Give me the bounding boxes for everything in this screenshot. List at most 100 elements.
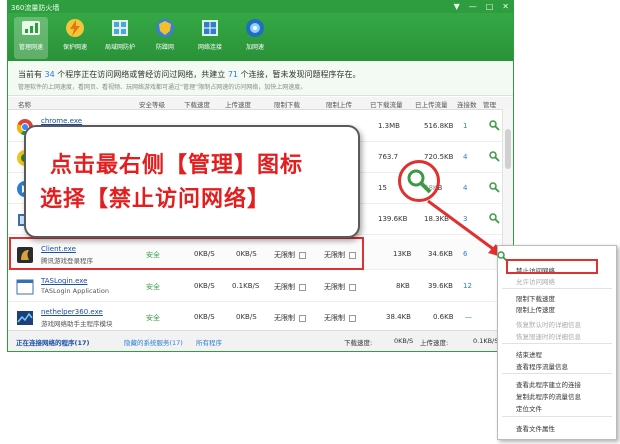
col-limit-up[interactable]: 限制上传: [326, 99, 352, 109]
process-name[interactable]: nethelper360.exe: [41, 308, 103, 316]
tool-label: 网络连接: [197, 44, 222, 51]
menu-item-view-connections[interactable]: 查看此程序建立的连接: [516, 379, 581, 389]
menu-item-limit-upload[interactable]: 限制上传速度: [516, 304, 555, 314]
col-up-speed[interactable]: 上传速度: [225, 99, 251, 109]
window-title: 360流量防火墙: [11, 4, 60, 12]
tool-protect-speed[interactable]: 保护网速: [58, 17, 92, 51]
tool-label: 保护网速: [62, 44, 87, 51]
safety-cell: 安全: [146, 283, 160, 291]
instruction-callout: 点击最右侧【管理】图标 选择【禁止访问网络】: [24, 125, 360, 238]
downloaded-cell: 763.7: [378, 153, 399, 161]
tool-lan-protect[interactable]: 局域网防护: [103, 17, 137, 51]
connections-cell: 4: [463, 184, 468, 192]
col-down-speed[interactable]: 下载速度: [184, 99, 210, 109]
summary-hint: 管理软件的上网速度，看网页、看视频、玩网络游戏都可通过“管理”限制占网速的访问网…: [18, 84, 307, 91]
downloaded-cell: 8KB: [396, 282, 410, 290]
up-speed-value: 0.1KB/S: [473, 337, 499, 345]
tool-accelerate[interactable]: 加网速: [238, 17, 272, 51]
menu-item-restore-default[interactable]: 恢复默认时的详细信息: [516, 319, 581, 329]
table-row[interactable]: TASLogin.exe TASLogin Application 安全 0KB…: [8, 271, 513, 302]
tool-label: 防蹭网: [155, 44, 174, 51]
limit-down-cell[interactable]: 无限制: [274, 313, 306, 323]
uploaded-cell: 720.5KB: [424, 153, 454, 161]
summary-prefix: 当前有: [18, 70, 42, 79]
limit-down-cell[interactable]: 无限制: [274, 282, 306, 292]
title-bar: 360流量防火墙 ▼ — □ ✕: [8, 1, 513, 13]
menu-item-view-traffic[interactable]: 查看程序流量信息: [516, 361, 568, 371]
downloaded-cell: 139.6KB: [378, 215, 408, 223]
speed-icon: [20, 17, 42, 39]
manage-context-menu: 禁止访问网络 允许访问网络 限制下载速度 限制上传速度 恢复默认时的详细信息 恢…: [497, 245, 617, 440]
connections-cell: 12: [463, 282, 472, 290]
summary-mid: 个程序正在访问网络或曾经访问过网络，共建立: [57, 70, 226, 79]
menu-separator: [502, 343, 612, 344]
table-row[interactable]: nethelper360.exe 游戏网络助手主程序模块 安全 0KB/S 0K…: [8, 302, 513, 333]
uploaded-cell: 39.6KB: [428, 282, 453, 290]
limit-up-cell[interactable]: 无限制: [324, 282, 356, 292]
summary-line: 当前有 34 个程序正在访问网络或曾经访问过网络，共建立 71 个连接，暂未发现…: [18, 69, 361, 80]
scrollbar-thumb[interactable]: [505, 129, 511, 169]
uploaded-cell: 0.6KB: [433, 313, 454, 321]
down-speed-cell: 0KB/S: [194, 313, 215, 321]
limit-up-cell[interactable]: 无限制: [324, 313, 356, 323]
rocket-icon: [244, 17, 266, 39]
close-icon[interactable]: ✕: [502, 1, 509, 13]
tab-hidden-services[interactable]: 隐藏的系统服务(17): [124, 337, 183, 347]
col-connections[interactable]: 连接数: [457, 99, 477, 109]
lightning-icon: [64, 17, 86, 39]
menu-item-allow-network[interactable]: 允许访问网络: [516, 276, 555, 286]
col-manage[interactable]: 管理: [483, 99, 496, 109]
process-desc: TASLogin Application: [41, 287, 109, 295]
toolbar: 管理网速 保护网速 局域网防护 防蹭网 网络连接 加网速: [8, 13, 513, 61]
process-name[interactable]: TASLogin.exe: [41, 277, 88, 285]
up-speed-cell: 0KB/S: [236, 313, 257, 321]
col-downloaded[interactable]: 已下载流量: [370, 99, 403, 109]
nethelper-icon: [17, 311, 33, 325]
tool-label: 管理网速: [18, 44, 43, 51]
col-limit-down[interactable]: 限制下载: [274, 99, 300, 109]
maximize-icon[interactable]: □: [486, 1, 494, 13]
dropdown-icon[interactable]: ▼: [454, 1, 460, 13]
up-speed-label: 上传速度:: [420, 339, 449, 347]
tool-network-connection[interactable]: 网络连接: [193, 17, 227, 51]
menu-item-copy-traffic[interactable]: 复制此程序的流量信息: [516, 391, 581, 401]
summary-suffix: 个连接，暂未发现问题程序存在。: [240, 70, 361, 79]
manage-icon[interactable]: [488, 150, 500, 162]
process-name[interactable]: chrome.exe: [41, 117, 82, 125]
minimize-icon[interactable]: —: [469, 1, 477, 13]
menu-item-limit-download[interactable]: 限制下载速度: [516, 293, 555, 303]
tab-active-programs[interactable]: 正在连接网络的程序(17): [16, 337, 90, 347]
status-bar: 正在连接网络的程序(17) 隐藏的系统服务(17) 所有程序 下载速度: 0KB…: [8, 330, 513, 351]
safety-cell: 安全: [146, 314, 160, 322]
highlight-client-row: [9, 237, 364, 270]
process-desc: 游戏网络助手主程序模块: [41, 320, 113, 328]
downloaded-cell: 38.4KB: [386, 313, 411, 321]
tool-label: 局域网防护: [104, 44, 135, 51]
downloaded-cell: 1.3MB: [378, 122, 400, 130]
menu-separator: [502, 373, 612, 374]
menu-item-end-process[interactable]: 结束进程: [516, 349, 542, 359]
manage-icon[interactable]: [488, 119, 500, 131]
taslogin-icon: [16, 279, 34, 295]
summary-panel: 当前有 34 个程序正在访问网络或曾经访问过网络，共建立 71 个连接，暂未发现…: [8, 61, 513, 96]
connections-cell: 1: [463, 122, 468, 130]
tab-all-programs[interactable]: 所有程序: [196, 337, 222, 347]
col-uploaded[interactable]: 已上传流量: [415, 99, 448, 109]
connections-cell: —: [465, 313, 472, 321]
tool-manage-speed[interactable]: 管理网速: [14, 17, 48, 59]
menu-item-restore-limit[interactable]: 恢复限速时的详细信息: [516, 331, 581, 341]
tool-anti-leech[interactable]: 防蹭网: [148, 17, 182, 51]
callout-line-2: 选择【禁止访问网络】: [40, 187, 271, 212]
highlight-block-network: [506, 259, 598, 274]
menu-item-locate-file[interactable]: 定位文件: [516, 403, 542, 413]
callout-line-1: 点击最右侧【管理】图标: [50, 153, 304, 178]
menu-separator: [502, 288, 612, 289]
connections-cell: 4: [463, 153, 468, 161]
manage-icon[interactable]: [488, 181, 500, 193]
menu-item-file-properties[interactable]: 查看文件属性: [516, 423, 555, 433]
col-name[interactable]: 名称: [18, 99, 31, 109]
lan-icon: [109, 17, 131, 39]
col-safety[interactable]: 安全等级: [139, 99, 165, 109]
up-speed-cell: 0.1KB/S: [232, 282, 260, 290]
process-count: 34: [44, 70, 55, 79]
